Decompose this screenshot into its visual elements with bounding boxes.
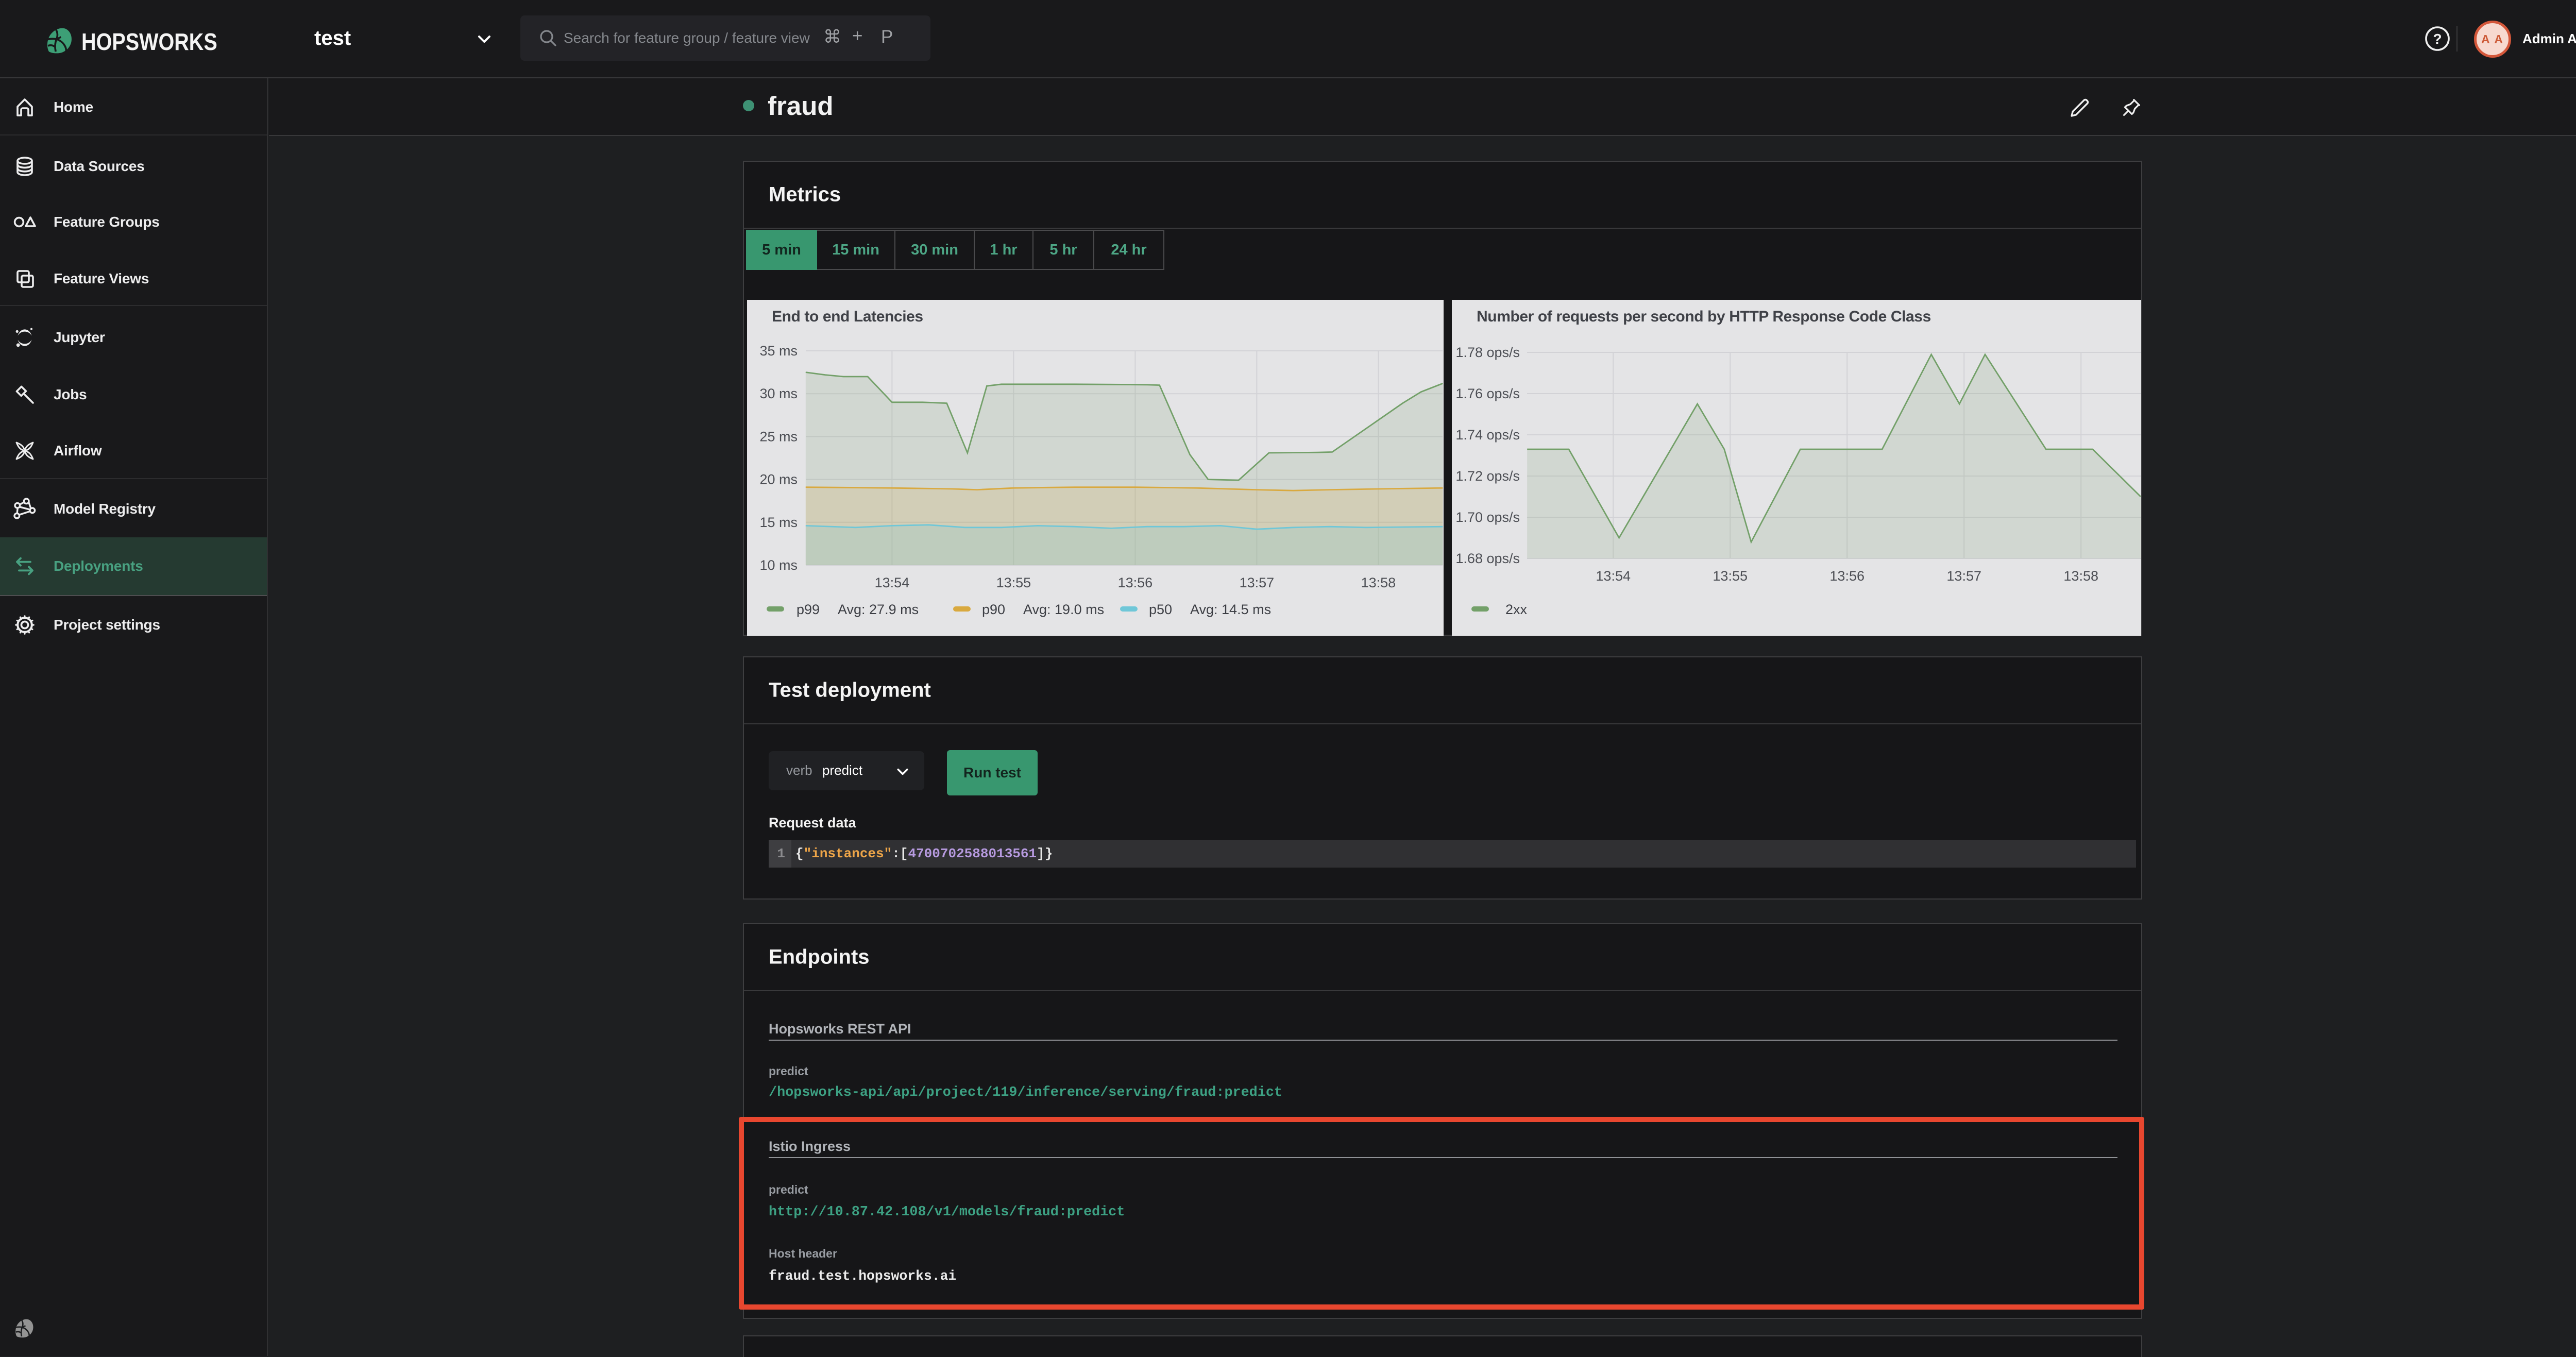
svg-text:13:54: 13:54 [1596,568,1631,584]
svg-text:1.70 ops/s: 1.70 ops/s [1455,510,1520,525]
svg-text:35 ms: 35 ms [759,343,798,359]
svg-text:1.72 ops/s: 1.72 ops/s [1455,468,1520,484]
svg-text:30 ms: 30 ms [759,386,798,401]
svg-text:1.68 ops/s: 1.68 ops/s [1455,551,1520,566]
svg-text:13:55: 13:55 [1713,568,1748,584]
svg-text:1.78 ops/s: 1.78 ops/s [1455,345,1520,360]
svg-text:1.76 ops/s: 1.76 ops/s [1455,386,1520,401]
svg-text:Avg: 27.9 ms: Avg: 27.9 ms [838,602,919,617]
svg-text:13:57: 13:57 [1946,568,1981,584]
svg-text:p90: p90 [982,602,1005,617]
svg-text:1.74 ops/s: 1.74 ops/s [1455,427,1520,443]
svg-text:?: ? [2433,31,2442,47]
svg-text:13:56: 13:56 [1118,575,1153,590]
svg-text:Avg: 14.5 ms: Avg: 14.5 ms [1190,602,1271,617]
svg-text:25 ms: 25 ms [759,429,798,444]
svg-text:15 ms: 15 ms [759,515,798,530]
svg-text:13:58: 13:58 [1361,575,1396,590]
svg-text:13:57: 13:57 [1240,575,1275,590]
svg-text:Avg: 19.0 ms: Avg: 19.0 ms [1023,602,1104,617]
svg-text:13:55: 13:55 [996,575,1031,590]
svg-text:13:54: 13:54 [875,575,910,590]
svg-text:13:56: 13:56 [1829,568,1865,584]
svg-text:13:58: 13:58 [2063,568,2098,584]
svg-text:2xx: 2xx [1505,602,1528,617]
svg-text:p50: p50 [1149,602,1172,617]
svg-text:10 ms: 10 ms [759,557,798,573]
svg-text:p99: p99 [796,602,820,617]
svg-text:20 ms: 20 ms [759,472,798,487]
